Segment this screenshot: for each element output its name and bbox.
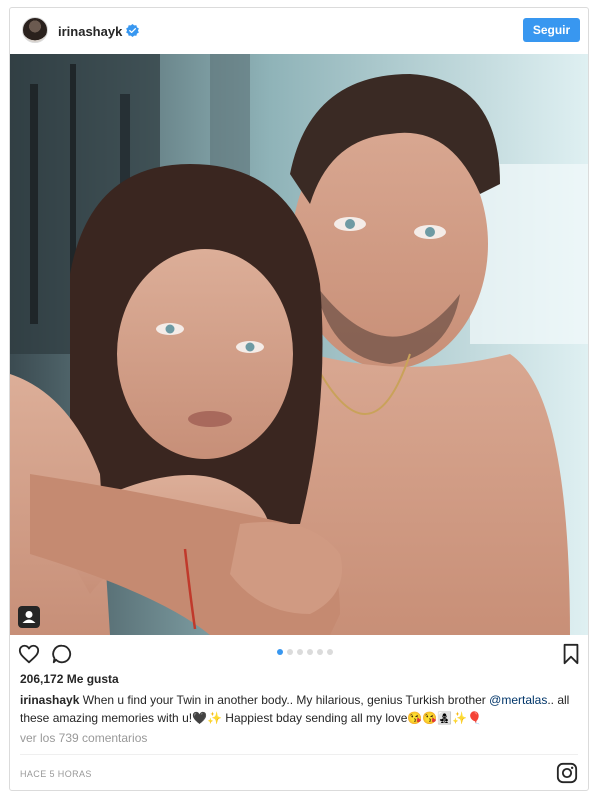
- carousel-dot[interactable]: [307, 649, 313, 655]
- caption-text-before: When u find your Twin in another body.. …: [79, 693, 490, 707]
- bookmark-icon[interactable]: [560, 643, 582, 665]
- carousel-dot[interactable]: [297, 649, 303, 655]
- photo-illustration: [10, 54, 588, 635]
- post-photo[interactable]: [10, 54, 588, 635]
- user-tag-button[interactable]: [18, 606, 40, 628]
- follow-button[interactable]: Seguir: [523, 18, 580, 42]
- likes-text[interactable]: 206,172 Me gusta: [20, 672, 119, 686]
- caption-mention-link[interactable]: @mertalas: [489, 693, 547, 707]
- divider: [20, 754, 578, 755]
- view-comments-link[interactable]: ver los 739 comentarios: [20, 731, 147, 745]
- caption-username[interactable]: irinashayk: [20, 693, 79, 707]
- caption: irinashayk When u find your Twin in anot…: [20, 691, 582, 727]
- post-timestamp[interactable]: HACE 5 HORAS: [20, 769, 92, 779]
- carousel-dot[interactable]: [277, 649, 283, 655]
- instagram-icon[interactable]: [556, 762, 578, 784]
- user-tag-icon: [22, 611, 36, 623]
- heart-icon[interactable]: [18, 643, 40, 665]
- post-actions: [10, 635, 588, 671]
- likes-count[interactable]: 206,172 Me gusta: [20, 672, 119, 686]
- carousel-dot[interactable]: [327, 649, 333, 655]
- username[interactable]: irinashayk: [58, 24, 122, 39]
- avatar[interactable]: [22, 17, 48, 43]
- instagram-post-card: irinashayk Seguir 206,172 Me gusta irina…: [9, 7, 589, 791]
- post-header: irinashayk Seguir: [10, 8, 588, 54]
- carousel-indicator: [277, 649, 333, 655]
- comment-icon[interactable]: [51, 643, 73, 665]
- carousel-dot[interactable]: [287, 649, 293, 655]
- carousel-dot[interactable]: [317, 649, 323, 655]
- verified-badge-icon: [126, 24, 139, 37]
